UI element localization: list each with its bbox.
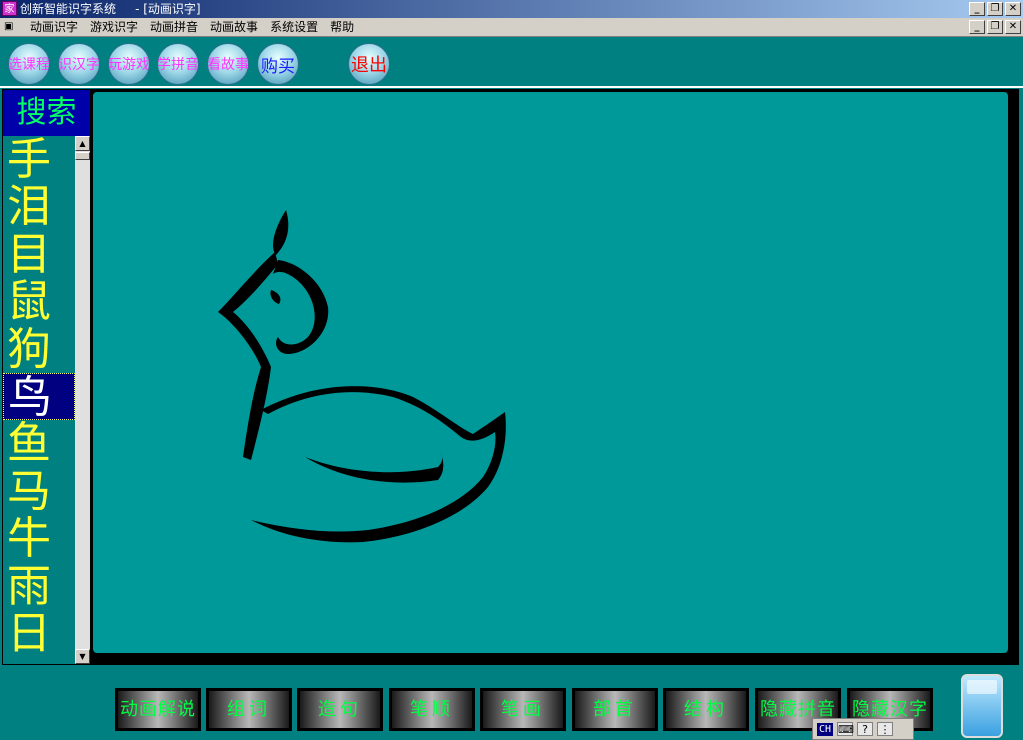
strokes-button[interactable]: 笔画 [480,688,566,731]
animation-canvas [93,92,1008,653]
scroll-down-icon[interactable]: ▼ [75,649,90,664]
child-minimize-button[interactable]: _ [969,20,985,34]
close-button[interactable]: ✕ [1005,2,1021,16]
list-item[interactable]: 鱼 [3,420,75,467]
learn-pinyin-button[interactable]: 学拼音 [157,43,199,85]
menu-item-settings[interactable]: 系统设置 [264,18,324,37]
list-item-selected[interactable]: 鸟 [3,372,75,421]
title-bar: 家 创新智能识字系统 - [动画识字] _ ❐ ✕ [0,0,1023,18]
animation-frame [91,89,1019,665]
menu-item-animation-pinyin[interactable]: 动画拼音 [144,18,204,37]
exit-button[interactable]: 退出 [348,43,390,85]
toolbar: 选课程 识汉字 玩游戏 学拼音 看故事 购买 退出 [0,38,1023,86]
read-stories-button[interactable]: 看故事 [207,43,249,85]
play-games-button[interactable]: 玩游戏 [108,43,150,85]
app-icon: 家 [2,1,17,16]
list-item[interactable]: 泪 [3,183,75,230]
bird-belly-stroke [305,452,444,483]
menu-bar: ▣ 动画识字 游戏识字 动画拼音 动画故事 系统设置 帮助 _ ❐ ✕ [0,18,1023,37]
learn-characters-button[interactable]: 识汉字 [58,43,100,85]
list-scrollbar[interactable]: ▲ ▼ [75,136,90,664]
list-item[interactable]: 雨 [3,562,75,610]
trash-icon[interactable] [961,674,1003,738]
animation-narration-button[interactable]: 动画解说 [115,688,201,731]
bird-eye-dot [270,290,281,304]
minimize-button[interactable]: _ [969,2,985,16]
bird-crest-stroke [272,210,289,255]
bird-character-drawing [218,210,506,543]
ime-toolbar: CH ⌨ ? ⋮ [812,718,914,740]
select-course-button[interactable]: 选课程 [8,43,50,85]
ime-mode-indicator[interactable]: CH [817,722,834,736]
keyboard-icon[interactable]: ⌨ [837,722,854,736]
radical-button[interactable]: 部首 [572,688,658,731]
menu-item-game-literacy[interactable]: 游戏识字 [84,18,144,37]
list-item[interactable]: 手 [3,136,75,183]
scroll-up-icon[interactable]: ▲ [75,136,90,151]
child-close-button[interactable]: ✕ [1005,20,1021,34]
word-formation-button[interactable]: 组词 [206,688,292,731]
character-panel: 搜索 手 泪 目 鼠 狗 鸟 鱼 马 牛 雨 日 ▲ ▼ [2,89,91,665]
window-title: 创新智能识字系统 - [动画识字] [20,2,201,16]
trash-lid [967,680,997,694]
toolbar-divider [0,86,1023,88]
menu-item-animation-story[interactable]: 动画故事 [204,18,264,37]
bird-head-stroke [218,252,278,460]
structure-button[interactable]: 结构 [663,688,749,731]
buy-button[interactable]: 购买 [257,43,299,85]
help-icon[interactable]: ? [857,722,874,736]
child-restore-button[interactable]: ❐ [987,20,1003,34]
child-window-controls: _ ❐ ✕ [969,20,1021,34]
list-item[interactable]: 鼠 [3,278,75,325]
scroll-thumb[interactable] [75,152,90,160]
search-button[interactable]: 搜索 [3,90,90,136]
menu-item-help[interactable]: 帮助 [324,18,360,37]
list-item[interactable]: 日 [3,610,75,657]
stroke-order-button[interactable]: 笔顺 [389,688,475,731]
list-item[interactable]: 目 [3,231,75,278]
ime-options-icon[interactable]: ⋮ [877,722,894,736]
menu-item-animation-literacy[interactable]: 动画识字 [24,18,84,37]
bird-body-stroke [251,386,506,543]
list-item[interactable]: 牛 [3,515,75,562]
character-list: 手 泪 目 鼠 狗 鸟 鱼 马 牛 雨 日 [3,136,75,657]
bird-eye-stroke [273,260,329,354]
document-icon[interactable]: ▣ [4,21,16,33]
list-item[interactable]: 马 [3,468,75,515]
list-item[interactable]: 狗 [3,325,75,373]
sentence-making-button[interactable]: 造句 [297,688,383,731]
restore-button[interactable]: ❐ [987,2,1003,16]
window-controls: _ ❐ ✕ [969,2,1021,16]
